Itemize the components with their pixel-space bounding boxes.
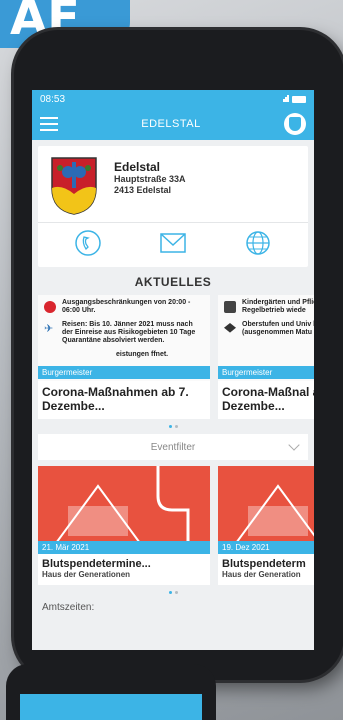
news-card-image: Ausgangsbeschränkungen von 20:00 - 06:00… — [38, 295, 210, 381]
chevron-down-icon — [288, 439, 300, 451]
menu-icon[interactable] — [40, 117, 58, 131]
event-card[interactable]: 19. Dez 2021 Blutspendeterm Haus der Gen… — [218, 466, 314, 585]
event-filter-label: Eventfilter — [150, 441, 196, 453]
event-title: Blutspendetermine... — [42, 558, 151, 570]
graduation-cap-icon — [224, 323, 236, 333]
mail-icon[interactable] — [156, 229, 190, 257]
signal-icon — [283, 94, 289, 105]
event-title: Blutspendeterm — [222, 558, 306, 570]
battery-icon — [292, 95, 306, 103]
news-title: Corona-Maßnal ab 7. Dezembe... — [222, 385, 314, 413]
news-line: Ausgangsbeschränkungen von 20:00 - 06:00… — [62, 299, 191, 314]
office-hours-label: Amtszeiten: — [42, 602, 95, 613]
event-date: 19. Dez 2021 — [218, 541, 314, 554]
nav-bar: EDELSTAL — [32, 108, 314, 140]
news-line: eistungen ffnet. — [116, 351, 169, 358]
news-tag: Burgermeister — [38, 366, 210, 379]
news-pagination — [32, 425, 314, 428]
news-section-title: AKTUELLES — [134, 275, 212, 289]
photo-background: AE 08:53 EDELSTAL Edelstal Hauptstraße 3… — [0, 0, 343, 720]
news-card-image: Kindergärten und Pflichtschulen nehm Reg… — [218, 295, 314, 381]
news-title: Corona-Maßnahmen ab 7. Dezembe... — [42, 385, 189, 413]
municipality-info: Edelstal Hauptstraße 33A 2413 Edelstal — [114, 154, 186, 216]
event-date: 21. Mär 2021 — [38, 541, 210, 554]
contact-actions — [38, 222, 308, 267]
globe-icon[interactable] — [241, 229, 275, 257]
no-entry-icon — [44, 301, 56, 313]
news-line: Oberstufen und Univ bleiben bei Distance… — [242, 321, 314, 336]
event-image: 19. Dez 2021 — [218, 466, 314, 554]
status-icons — [283, 94, 306, 105]
second-phone — [6, 664, 216, 720]
news-line: Kindergärten und Pflichtschulen nehm Reg… — [242, 299, 314, 314]
news-line: Reisen: Bis 10. Jänner 2021 muss nach de… — [62, 321, 196, 344]
event-location: Haus der Generation — [222, 570, 301, 579]
crest-icon[interactable] — [284, 113, 306, 135]
municipality-card: Edelstal Hauptstraße 33A 2413 Edelstal — [38, 146, 308, 267]
coat-of-arms-icon — [51, 157, 97, 215]
nav-title: EDELSTAL — [141, 118, 201, 130]
event-card[interactable]: 21. Mär 2021 Blutspendetermine... Haus d… — [38, 466, 210, 585]
event-location: Haus der Generationen — [42, 570, 131, 579]
news-card[interactable]: Kindergärten und Pflichtschulen nehm Reg… — [218, 295, 314, 419]
municipality-city: 2413 Edelstal — [114, 185, 172, 195]
news-tag: Burgermeister — [218, 366, 314, 379]
events-pagination — [32, 591, 314, 594]
app-screen: 08:53 EDELSTAL Edelstal Hauptstraße 33A … — [32, 90, 314, 650]
municipality-street: Hauptstraße 33A — [114, 174, 186, 184]
news-carousel[interactable]: Ausgangsbeschränkungen von 20:00 - 06:00… — [32, 295, 314, 419]
status-bar: 08:53 — [32, 90, 314, 108]
event-image: 21. Mär 2021 — [38, 466, 210, 554]
lock-icon — [224, 301, 236, 313]
news-card[interactable]: Ausgangsbeschränkungen von 20:00 - 06:00… — [38, 295, 210, 419]
phone-icon[interactable] — [71, 229, 105, 257]
event-filter-dropdown[interactable]: Eventfilter — [38, 434, 308, 460]
events-carousel[interactable]: 21. Mär 2021 Blutspendetermine... Haus d… — [32, 466, 314, 585]
status-time: 08:53 — [40, 93, 66, 105]
municipality-name: Edelstal — [114, 160, 161, 174]
airplane-icon: ✈ — [44, 323, 54, 335]
